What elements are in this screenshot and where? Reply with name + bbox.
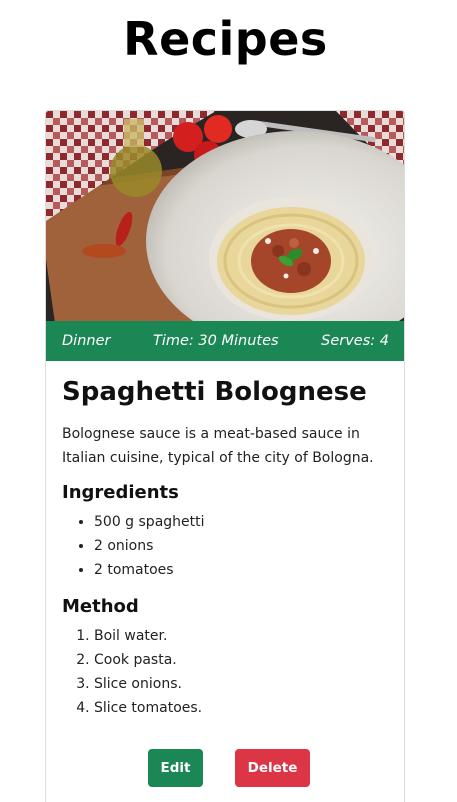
edit-button[interactable]: Edit (148, 749, 203, 787)
spaghetti-photo-image (46, 111, 404, 321)
method-heading: Method (62, 596, 139, 618)
delete-button[interactable]: Delete (235, 749, 310, 787)
method-list: Boil water. Cook pasta. Slice onions. Sl… (62, 624, 392, 720)
ingredient-item: 2 tomatoes (94, 558, 392, 582)
ingredients-heading: Ingredients (62, 482, 179, 504)
recipe-serves: Serves: 4 (321, 333, 389, 349)
ingredient-item: 500 g spaghetti (94, 510, 392, 534)
method-step: Boil water. (94, 624, 392, 648)
recipe-photo (46, 111, 404, 321)
ingredient-list: 500 g spaghetti 2 onions 2 tomatoes (62, 510, 392, 582)
method-step: Slice onions. (94, 672, 392, 696)
page-title: Recipes (123, 12, 328, 66)
recipe-card: Dinner Time: 30 Minutes Serves: 4 Spaghe… (45, 110, 405, 802)
recipe-description: Bolognese sauce is a meat-based sauce in… (62, 426, 374, 467)
ingredient-item: 2 onions (94, 534, 392, 558)
recipe-category: Dinner (62, 333, 111, 349)
method-step: Cook pasta. (94, 648, 392, 672)
recipe-actions: Edit Delete (46, 749, 404, 787)
recipe-title: Spaghetti Bolognese (62, 377, 367, 407)
recipe-body: Spaghetti Bolognese Bolognese sauce is a… (62, 377, 392, 720)
recipe-meta-bar: Dinner Time: 30 Minutes Serves: 4 (46, 321, 404, 361)
recipe-time: Time: 30 Minutes (153, 333, 279, 349)
method-step: Slice tomatoes. (94, 696, 392, 720)
